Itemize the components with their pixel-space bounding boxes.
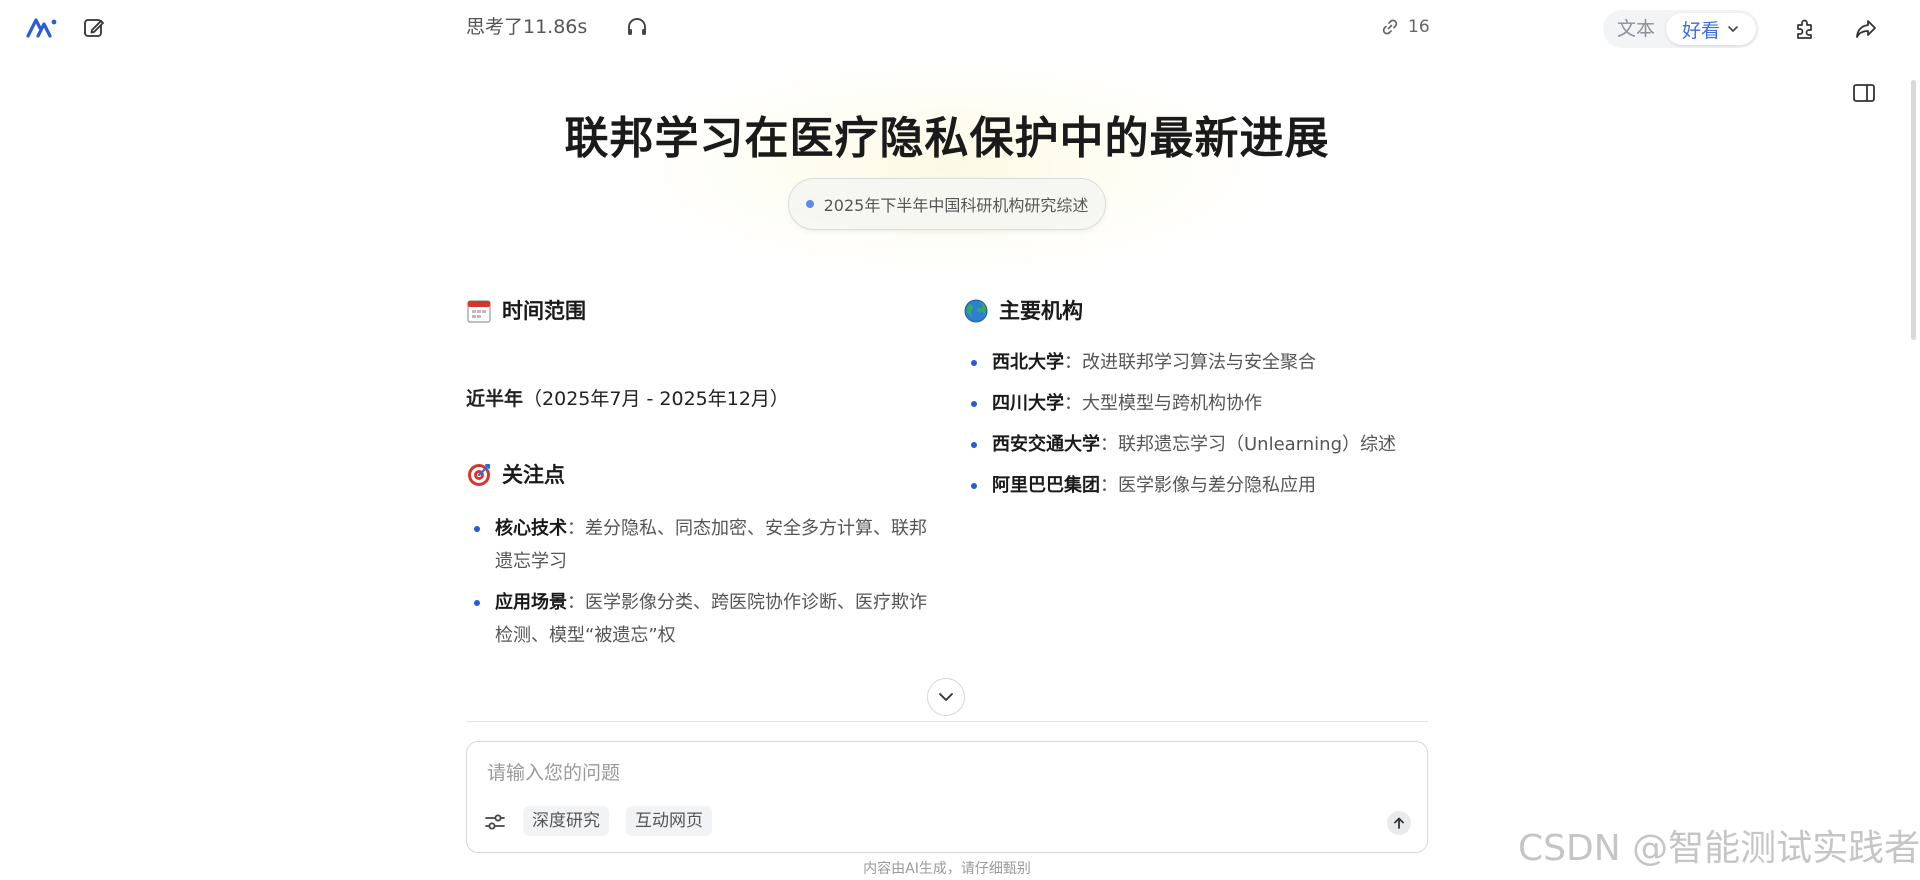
new-chat-edit-icon[interactable] [82, 16, 106, 40]
list-item-label: 应用场景 [495, 592, 567, 613]
scroll-to-bottom-button[interactable] [927, 678, 965, 716]
time-range-heading-text: 时间范围 [502, 299, 586, 323]
composer: 深度研究 互动网页 [466, 741, 1428, 853]
link-icon [1382, 19, 1398, 35]
list-item: 应用场景：医学影像分类、跨医院协作诊断、医疗欺诈检测、模型“被遗忘”权 [466, 586, 928, 652]
list-item: 西安交通大学：联邦遗忘学习（Unlearning）综述 [963, 428, 1433, 461]
reference-links-button[interactable]: 16 [1380, 14, 1430, 40]
view-option-nice[interactable]: 好看 [1666, 13, 1756, 45]
side-panel-toggle-icon[interactable] [1852, 82, 1876, 104]
list-item-label: 西安交通大学 [992, 434, 1100, 455]
list-item-text: ：医学影像与差分隐私应用 [1100, 475, 1316, 496]
globe-icon [964, 299, 988, 323]
content-divider [466, 721, 1428, 722]
headphone-icon[interactable] [624, 14, 650, 40]
view-option-text[interactable]: 文本 [1606, 13, 1666, 45]
list-item-label: 四川大学 [992, 393, 1064, 414]
question-input[interactable] [485, 756, 1385, 790]
page-title: 联邦学习在医疗隐私保护中的最新进展 [564, 113, 1330, 164]
arrow-up-icon [1394, 817, 1404, 829]
sliders-settings-icon[interactable] [483, 810, 507, 834]
list-item-label: 西北大学 [992, 352, 1064, 373]
list-item: 核心技术：差分隐私、同态加密、安全多方计算、联邦遗忘学习 [466, 512, 928, 578]
thinking-time-label[interactable]: 思考了11.86s [466, 14, 587, 40]
app-logo-icon[interactable] [26, 16, 58, 40]
institutions-list: 西北大学：改进联邦学习算法与安全聚合 四川大学：大型模型与跨机构协作 西安交通大… [963, 346, 1433, 510]
list-item-text: ：联邦遗忘学习（Unlearning）综述 [1100, 434, 1397, 455]
time-range-dates: （2025年7月 - 2025年12月） [523, 388, 789, 410]
list-item-text: ：大型模型与跨机构协作 [1064, 393, 1262, 414]
focus-heading: 关注点 [466, 460, 565, 490]
page-scrollbar[interactable] [1911, 80, 1916, 340]
chevron-down-icon [1728, 26, 1738, 32]
subtitle-badge: 2025年下半年中国科研机构研究综述 [788, 178, 1106, 230]
list-item: 四川大学：大型模型与跨机构协作 [963, 387, 1433, 420]
time-range-value: 近半年（2025年7月 - 2025年12月） [466, 384, 789, 414]
chevron-down-icon [939, 693, 953, 701]
subtitle-dot [805, 200, 814, 208]
share-icon[interactable] [1853, 16, 1879, 42]
send-button[interactable] [1387, 811, 1411, 835]
focus-list: 核心技术：差分隐私、同态加密、安全多方计算、联邦遗忘学习 应用场景：医学影像分类… [466, 512, 928, 660]
interactive-webpage-chip[interactable]: 互动网页 [626, 806, 712, 836]
target-icon [468, 463, 491, 486]
view-mode-switch[interactable]: 文本 好看 [1603, 10, 1759, 48]
institutions-heading-text: 主要机构 [999, 299, 1083, 323]
time-range-label: 近半年 [466, 388, 524, 410]
view-option-nice-label: 好看 [1681, 19, 1720, 42]
link-count-value: 16 [1408, 17, 1430, 37]
list-item-label: 核心技术 [495, 518, 567, 539]
ai-disclaimer: 内容由AI生成，请仔细甄别 [863, 861, 1031, 877]
institutions-heading: 主要机构 [963, 296, 1083, 326]
list-item-label: 阿里巴巴集团 [992, 475, 1100, 496]
list-item-text: ：改进联邦学习算法与安全聚合 [1064, 352, 1316, 373]
plugin-icon[interactable] [1792, 16, 1818, 42]
chat-page: 思考了11.86s 16 文本 好看 联邦学习在医疗隐私保护中的最新进展 202… [0, 0, 1920, 880]
watermark: CSDN @智能测试实践者 [1518, 828, 1920, 869]
list-item: 阿里巴巴集团：医学影像与差分隐私应用 [963, 469, 1433, 502]
calendar-icon [467, 300, 491, 323]
deep-research-chip[interactable]: 深度研究 [523, 806, 609, 836]
list-item: 西北大学：改进联邦学习算法与安全聚合 [963, 346, 1433, 379]
focus-heading-text: 关注点 [502, 463, 565, 487]
subtitle-text: 2025年下半年中国科研机构研究综述 [823, 196, 1089, 215]
time-range-heading: 时间范围 [466, 296, 586, 326]
